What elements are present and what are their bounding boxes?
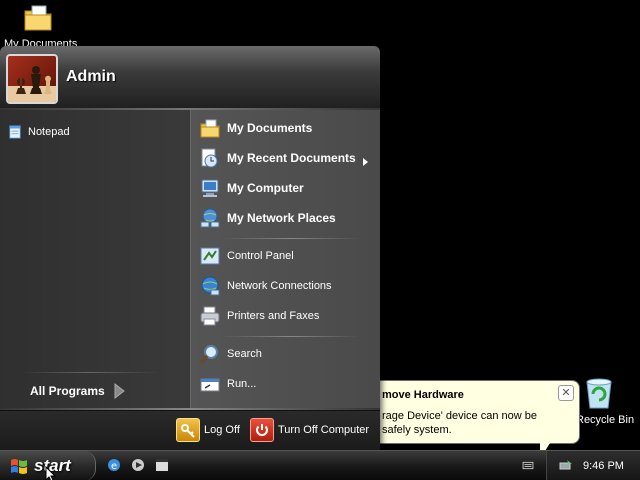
network-places-icon: [200, 208, 220, 228]
start-menu-header: Admin: [0, 46, 380, 110]
network-connections-icon: [201, 276, 220, 296]
program-item-notepad[interactable]: Notepad: [8, 122, 70, 142]
user-name: Admin: [66, 68, 116, 85]
menu-item-network-connections[interactable]: Network Connections: [199, 273, 332, 299]
start-menu-footer: Log Off Turn Off Computer: [0, 410, 380, 450]
recent-documents-icon: [201, 148, 218, 168]
windows-logo-icon: [11, 459, 27, 474]
search-icon: [199, 345, 218, 364]
balloon-title: move Hardware: [382, 389, 464, 401]
chess-pieces-avatar-icon: [8, 66, 56, 102]
pinned-programs-column: Notepad All Programs: [0, 110, 190, 410]
key-icon: [176, 418, 200, 442]
log-off-label: Log Off: [204, 424, 240, 436]
arrow-right-icon: [114, 383, 125, 399]
menu-item-label: My Network Places: [227, 211, 336, 225]
menu-item-label: My Computer: [227, 181, 304, 195]
menu-item-label: Printers and Faxes: [227, 310, 320, 322]
menu-item-label: Search: [227, 348, 262, 360]
menu-item-control-panel[interactable]: Control Panel: [199, 243, 294, 269]
menu-item-label: Control Panel: [227, 250, 294, 262]
avatar[interactable]: [6, 54, 58, 104]
recycle-bin-icon: [586, 378, 612, 409]
menu-item-label: My Documents: [227, 121, 313, 135]
all-programs-label: All Programs: [30, 384, 105, 398]
menu-item-label: Network Connections: [227, 280, 332, 292]
taskbar: start e 9:46 PM: [0, 450, 640, 480]
menu-item-my-network-places[interactable]: My Network Places: [199, 205, 336, 231]
program-label: Notepad: [28, 126, 70, 138]
close-icon[interactable]: ✕: [558, 385, 574, 401]
printer-icon: [200, 306, 220, 326]
control-panel-icon: [200, 247, 220, 265]
media-player-icon[interactable]: [130, 457, 146, 473]
menu-item-search[interactable]: Search: [199, 341, 262, 367]
my-documents-icon: [200, 119, 220, 138]
notepad-icon: [9, 125, 21, 139]
mouse-cursor-icon: [45, 466, 57, 480]
submenu-arrow-icon: [363, 158, 368, 166]
svg-text:e: e: [111, 461, 117, 472]
menu-item-my-documents[interactable]: My Documents: [199, 115, 312, 141]
balloon-message: rage Device' device can now be safely sy…: [382, 410, 537, 436]
folder-documents-icon: [24, 5, 52, 31]
internet-explorer-icon[interactable]: e: [106, 457, 122, 473]
run-icon: [200, 378, 220, 392]
places-column: My Documents My Recent Documents My Comp…: [190, 110, 380, 410]
keyboard-icon[interactable]: [522, 461, 534, 470]
all-programs-button[interactable]: All Programs: [30, 382, 125, 400]
turn-off-computer-button[interactable]: Turn Off Computer: [250, 417, 369, 443]
menu-item-run[interactable]: Run...: [199, 371, 256, 397]
divider: [221, 238, 361, 239]
desktop-icon-label: Recycle Bin: [576, 414, 635, 426]
menu-item-label: My Recent Documents: [227, 151, 356, 165]
menu-item-my-computer[interactable]: My Computer: [199, 175, 304, 201]
power-icon: [250, 418, 274, 442]
movie-maker-icon[interactable]: [154, 457, 170, 473]
quick-launch-bar: e: [106, 457, 170, 475]
safely-remove-hardware-icon[interactable]: [559, 459, 573, 471]
menu-item-my-recent-documents[interactable]: My Recent Documents: [199, 145, 356, 171]
log-off-button[interactable]: Log Off: [176, 417, 240, 443]
turn-off-label: Turn Off Computer: [278, 424, 370, 436]
start-menu: Admin Notepad All Programs My Documents …: [0, 46, 380, 450]
notification-balloon[interactable]: move Hardware rage Device' device can no…: [380, 380, 580, 444]
divider: [221, 336, 361, 337]
clock[interactable]: 9:46 PM: [583, 460, 624, 472]
my-computer-icon: [201, 179, 219, 197]
menu-item-printers-and-faxes[interactable]: Printers and Faxes: [199, 303, 319, 329]
system-tray: 9:46 PM: [546, 451, 640, 480]
divider: [20, 372, 160, 373]
menu-item-label: Run...: [227, 378, 257, 390]
